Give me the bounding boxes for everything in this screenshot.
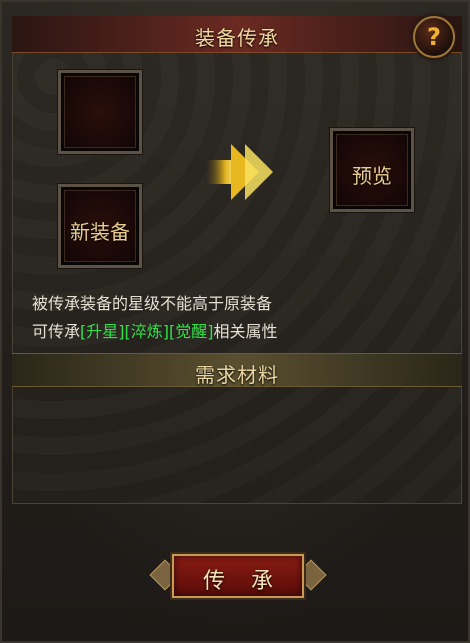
title-bar: 装备传承: [12, 16, 462, 53]
attr-temper: [淬炼]: [124, 322, 170, 341]
inherit-panel: 装备传承 ? 新装备 预览 被传承装备的星级不能高于原装备 可传承[升星][淬炼…: [0, 0, 470, 643]
description-suffix: 相关属性: [213, 322, 278, 341]
description-line-1: 被传承装备的星级不能高于原装备: [32, 294, 273, 313]
new-equipment-label: 新装备: [70, 220, 130, 244]
preview-label: 预览: [352, 164, 392, 188]
inherit-button-group: 传承: [149, 550, 327, 602]
help-button[interactable]: ?: [413, 16, 455, 58]
attr-awaken: [觉醒]: [169, 322, 214, 341]
source-equipment-slot[interactable]: [58, 70, 142, 154]
question-mark-icon: ?: [427, 23, 441, 51]
description-line-2: 可传承[升星][淬炼][觉醒]相关属性: [32, 318, 278, 342]
panel-title: 装备传承: [195, 26, 279, 50]
slot-inner-frame: [64, 76, 136, 148]
transfer-arrow-icon: [207, 144, 273, 200]
attr-star: [升星]: [80, 322, 125, 341]
inherit-button-label: 传承: [202, 569, 299, 594]
preview-slot[interactable]: 预览: [330, 128, 414, 212]
inherit-button[interactable]: 传承: [172, 554, 304, 598]
new-equipment-slot[interactable]: 新装备: [58, 184, 142, 268]
materials-section-header: 需求材料: [12, 353, 462, 387]
description-prefix: 可传承: [32, 322, 81, 341]
materials-title: 需求材料: [195, 363, 279, 387]
